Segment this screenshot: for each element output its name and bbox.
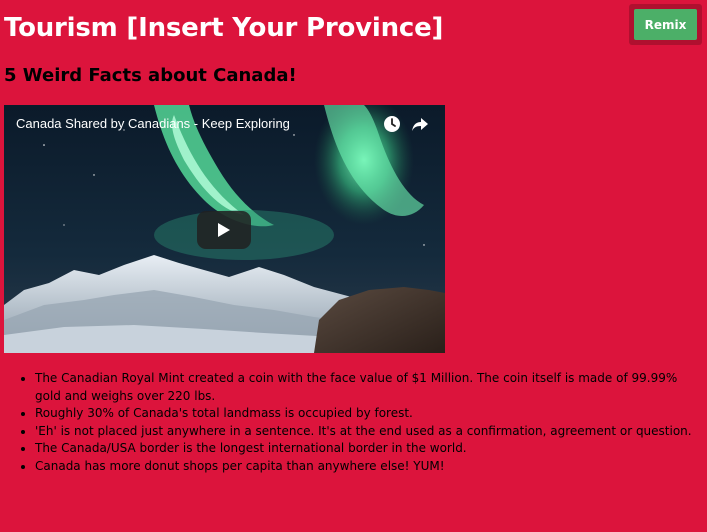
video-title[interactable]: Canada Shared by Canadians - Keep Explor… [16, 116, 290, 131]
list-item: Canada has more donut shops per capita t… [35, 458, 700, 476]
list-item: Roughly 30% of Canada's total landmass i… [35, 405, 700, 423]
clock-icon[interactable] [383, 115, 401, 133]
remix-button[interactable]: Remix [634, 9, 697, 40]
video-player[interactable]: Canada Shared by Canadians - Keep Explor… [4, 105, 445, 353]
play-button[interactable] [197, 211, 251, 249]
list-item: 'Eh' is not placed just anywhere in a se… [35, 423, 700, 441]
share-icon[interactable] [411, 115, 429, 133]
section-subtitle: 5 Weird Facts about Canada! [4, 65, 297, 86]
list-item: The Canada/USA border is the longest int… [35, 440, 700, 458]
facts-list: The Canadian Royal Mint created a coin w… [0, 370, 700, 475]
list-item: The Canadian Royal Mint created a coin w… [35, 370, 700, 405]
page: Tourism [Insert Your Province] Remix 5 W… [0, 0, 707, 532]
page-title: Tourism [Insert Your Province] [4, 13, 444, 43]
remix-button-container: Remix [629, 4, 702, 45]
play-icon [218, 223, 230, 237]
